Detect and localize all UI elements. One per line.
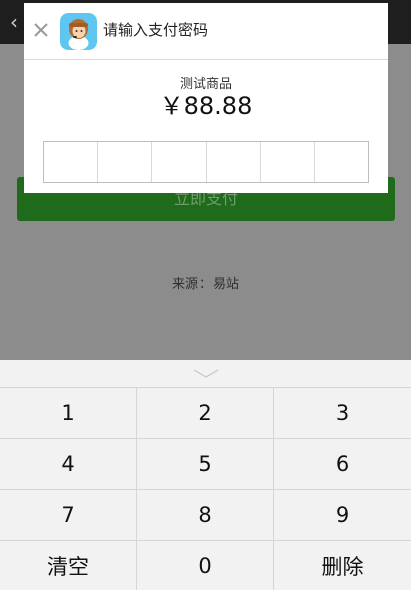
clear-key[interactable]: 清空: [0, 541, 137, 590]
password-digit-cell: [44, 142, 99, 182]
key-7[interactable]: 7: [0, 490, 137, 540]
source-value: 易站: [213, 277, 240, 292]
delete-key[interactable]: 删除: [274, 541, 411, 590]
source-label: 来源: [171, 277, 198, 292]
keypad-row: 1 2 3: [0, 388, 411, 439]
password-input[interactable]: [43, 141, 369, 183]
password-digit-cell: [207, 142, 261, 182]
keypad-row: 7 8 9: [0, 490, 411, 541]
key-0[interactable]: 0: [137, 541, 274, 590]
key-2[interactable]: 2: [137, 388, 274, 438]
key-9[interactable]: 9: [274, 490, 411, 540]
keyboard-collapse-bar[interactable]: [0, 360, 411, 387]
key-6[interactable]: 6: [274, 439, 411, 489]
key-1[interactable]: 1: [0, 388, 137, 438]
chevron-down-icon[interactable]: [193, 369, 219, 379]
source-separator: ：: [198, 277, 212, 292]
payment-amount: ￥88.88: [159, 92, 253, 120]
keypad-row: 清空 0 删除: [0, 541, 411, 590]
product-name: 测试商品: [179, 77, 232, 92]
key-4[interactable]: 4: [0, 439, 137, 489]
key-5[interactable]: 5: [137, 439, 274, 489]
close-icon[interactable]: [30, 19, 52, 41]
dialog-header: 请输入支付密码: [24, 3, 388, 60]
keypad-row: 4 5 6: [0, 439, 411, 490]
keypad: 1 2 3 4 5 6 7 8 9 清空 0 删除: [0, 387, 411, 590]
key-8[interactable]: 8: [137, 490, 274, 540]
password-digit-cell: [315, 142, 368, 182]
password-digit-cell: [98, 142, 153, 182]
numeric-keyboard: 1 2 3 4 5 6 7 8 9 清空 0 删除: [0, 360, 411, 590]
password-digit-cell: [152, 142, 207, 182]
key-3[interactable]: 3: [274, 388, 411, 438]
source-line: 来源：易站: [0, 273, 411, 292]
payment-password-dialog: 请输入支付密码 测试商品 ￥88.88: [24, 3, 388, 193]
dialog-title: 请输入支付密码: [103, 21, 209, 39]
password-digit-cell: [261, 142, 315, 182]
avatar-icon: [60, 13, 97, 50]
